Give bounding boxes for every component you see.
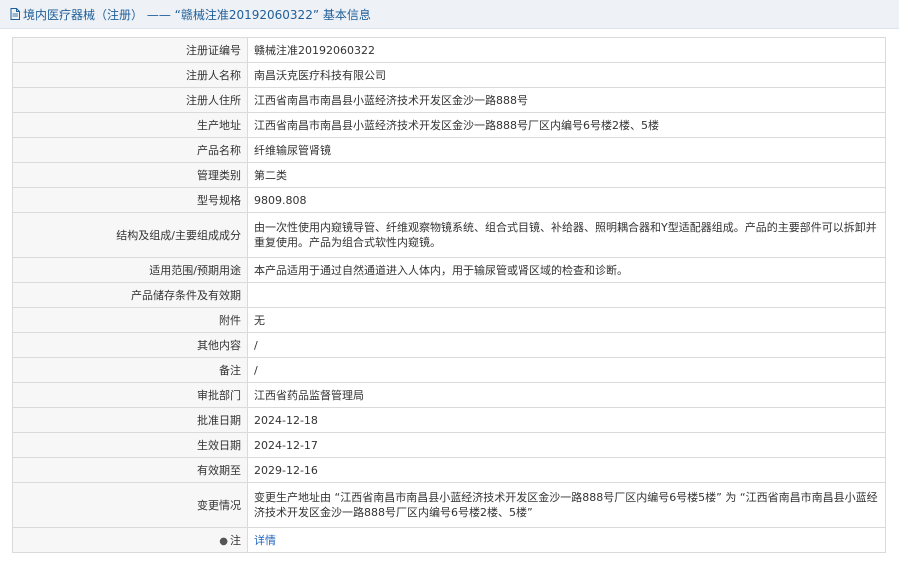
table-row: 适用范围/预期用途 本产品适用于通过自然通道进入人体内，用于输尿管或肾区域的检查和… <box>12 257 886 283</box>
row-value: 变更生产地址由 “江西省南昌市南昌县小蓝经济技术开发区金沙一路888号厂区内编号… <box>247 482 886 528</box>
table-row: 注册人名称 南昌沃克医疗科技有限公司 <box>12 62 886 88</box>
row-value: 2029-12-16 <box>247 457 886 483</box>
row-value: 江西省药品监督管理局 <box>247 382 886 408</box>
note-icon: ● <box>219 536 228 547</box>
table-row: 注册证编号 赣械注准20192060322 <box>12 37 886 63</box>
table-row: 生产地址 江西省南昌市南昌县小蓝经济技术开发区金沙一路888号厂区内编号6号楼2楼… <box>12 112 886 138</box>
row-label: 其他内容 <box>12 332 248 358</box>
row-value: 江西省南昌市南昌县小蓝经济技术开发区金沙一路888号 <box>247 87 886 113</box>
row-value: 本产品适用于通过自然通道进入人体内，用于输尿管或肾区域的检查和诊断。 <box>247 257 886 283</box>
row-label: 有效期至 <box>12 457 248 483</box>
row-value: 第二类 <box>247 162 886 188</box>
table-row: 变更情况 变更生产地址由 “江西省南昌市南昌县小蓝经济技术开发区金沙一路888号厂… <box>12 482 886 528</box>
row-value: 无 <box>247 307 886 333</box>
row-label: 产品储存条件及有效期 <box>12 282 248 308</box>
info-table-container: 注册证编号 赣械注准20192060322 注册人名称 南昌沃克医疗科技有限公司 注册人… <box>12 37 886 553</box>
row-value: 纤维输尿管肾镜 <box>247 137 886 163</box>
row-label: 型号规格 <box>12 187 248 213</box>
row-label: 适用范围/预期用途 <box>12 257 248 283</box>
note-label: 注 <box>230 534 241 547</box>
document-icon <box>10 8 20 20</box>
row-label: 注册人名称 <box>12 62 248 88</box>
detail-link[interactable]: 详情 <box>254 534 276 547</box>
note-row: ● 注详情 <box>12 527 886 553</box>
row-value: / <box>247 332 886 358</box>
row-value: 江西省南昌市南昌县小蓝经济技术开发区金沙一路888号厂区内编号6号楼2楼、5楼 <box>247 112 886 138</box>
table-row: 其他内容 / <box>12 332 886 358</box>
table-row: 审批部门 江西省药品监督管理局 <box>12 382 886 408</box>
row-value: 2024-12-18 <box>247 407 886 433</box>
row-value: 2024-12-17 <box>247 432 886 458</box>
row-value: 赣械注准20192060322 <box>247 37 886 63</box>
row-label: 注册人住所 <box>12 87 248 113</box>
row-label: 管理类别 <box>12 162 248 188</box>
table-row: 注册人住所 江西省南昌市南昌县小蓝经济技术开发区金沙一路888号 <box>12 87 886 113</box>
table-row: 批准日期 2024-12-18 <box>12 407 886 433</box>
row-label: 结构及组成/主要组成成分 <box>12 212 248 258</box>
table-row: 结构及组成/主要组成成分 由一次性使用内窥镜导管、纤维观察物镜系统、组合式目镜、补… <box>12 212 886 258</box>
row-label: 审批部门 <box>12 382 248 408</box>
row-label: 批准日期 <box>12 407 248 433</box>
page-header: 境内医疗器械（注册） —— “赣械注准20192060322” 基本信息 <box>0 0 899 29</box>
table-row: 有效期至 2029-12-16 <box>12 457 886 483</box>
row-value: 9809.808 <box>247 187 886 213</box>
table-row: 产品储存条件及有效期 <box>12 282 886 308</box>
note-value-cell: 详情 <box>247 527 886 553</box>
row-value <box>247 282 886 308</box>
row-label: 生产地址 <box>12 112 248 138</box>
row-label: 备注 <box>12 357 248 383</box>
table-row: 管理类别 第二类 <box>12 162 886 188</box>
row-value: / <box>247 357 886 383</box>
row-label: 变更情况 <box>12 482 248 528</box>
row-value: 由一次性使用内窥镜导管、纤维观察物镜系统、组合式目镜、补给器、照明耦合器和Y型适… <box>247 212 886 258</box>
row-label: 生效日期 <box>12 432 248 458</box>
row-value: 南昌沃克医疗科技有限公司 <box>247 62 886 88</box>
row-label: 附件 <box>12 307 248 333</box>
table-row: 型号规格 9809.808 <box>12 187 886 213</box>
table-row: 附件无 <box>12 307 886 333</box>
table-row: 生效日期 2024-12-17 <box>12 432 886 458</box>
info-table: 注册证编号 赣械注准20192060322 注册人名称 南昌沃克医疗科技有限公司 注册人… <box>12 37 886 553</box>
row-label: 注册证编号 <box>12 37 248 63</box>
page-title: 境内医疗器械（注册） —— “赣械注准20192060322” 基本信息 <box>23 7 371 22</box>
table-row: 产品名称 纤维输尿管肾镜 <box>12 137 886 163</box>
row-label: 产品名称 <box>12 137 248 163</box>
table-row: 备注 / <box>12 357 886 383</box>
note-label-cell: ● 注 <box>12 527 248 553</box>
